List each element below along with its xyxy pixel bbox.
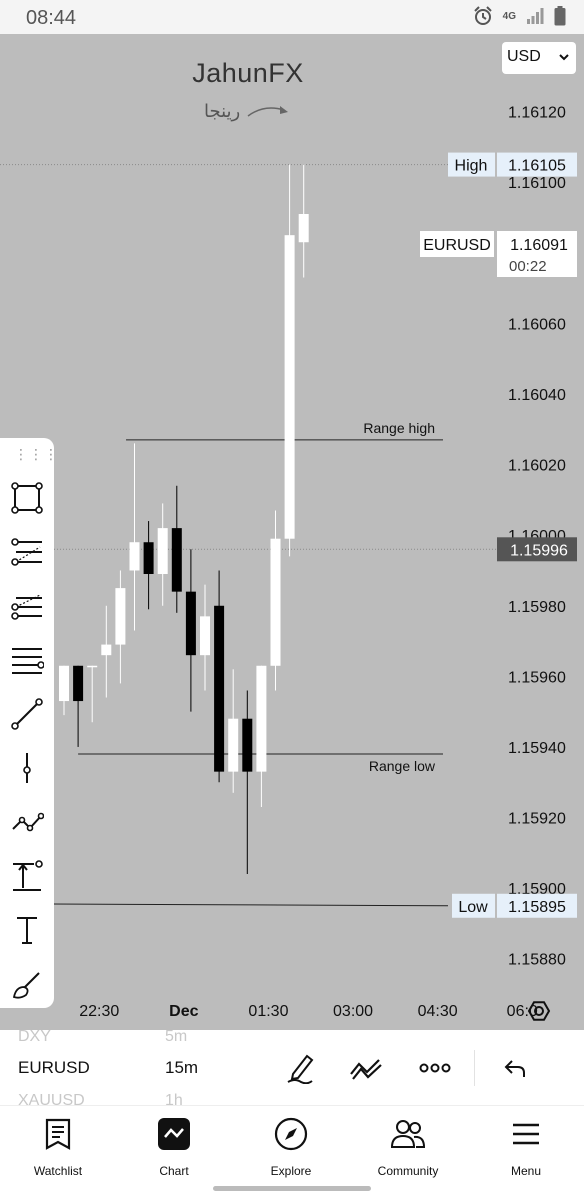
alarm-icon [473, 6, 492, 25]
nav-explore-label: Explore [270, 1164, 312, 1178]
nav-explore[interactable]: Explore [241, 1114, 341, 1178]
range-low-label: Range low [369, 758, 436, 774]
nav-chart[interactable]: Chart [124, 1114, 224, 1178]
low-badge-label: Low [458, 899, 488, 916]
chart-icon [158, 1118, 190, 1150]
nav-watchlist[interactable]: Watchlist [8, 1114, 108, 1178]
candle-body [115, 588, 126, 645]
fib-extension-icon[interactable] [7, 586, 47, 626]
symbol-badge-label: EURUSD [423, 237, 491, 254]
drawing-toolbar: ⋮⋮⋮ [0, 438, 58, 1008]
time-tick-label: Dec [169, 1003, 198, 1020]
parallel-lines-icon[interactable] [7, 640, 47, 680]
draw-pen-icon[interactable] [282, 1050, 318, 1086]
candle-body [298, 214, 309, 243]
text-tool-icon[interactable] [7, 910, 47, 950]
status-time: 08:44 [26, 7, 77, 29]
candle-body [171, 528, 182, 592]
battery-icon [554, 6, 566, 26]
more-options-icon[interactable] [417, 1050, 453, 1086]
candle-body [129, 542, 140, 571]
candle-body [87, 665, 98, 668]
candle-body [284, 235, 295, 539]
low-badge-value: 1.15895 [508, 899, 566, 916]
symbol-list-item-faded[interactable]: DXY [18, 1028, 51, 1046]
toolbar-divider [474, 1050, 475, 1086]
watermark-subtitle: رینجا [148, 101, 348, 122]
network-type: 4G [502, 10, 516, 22]
candle-body [59, 665, 69, 702]
candle-body [242, 718, 253, 772]
candle-body [200, 616, 210, 656]
symbol-selector[interactable]: EURUSD [18, 1058, 90, 1078]
price-tick-label: 1.16100 [508, 175, 566, 192]
time-tick-label: 04:30 [418, 1003, 458, 1020]
community-icon [390, 1120, 426, 1148]
watchlist-icon [45, 1118, 71, 1150]
price-tick-label: 1.15940 [508, 740, 566, 757]
time-tick-label: 01:30 [248, 1003, 288, 1020]
indicators-icon[interactable] [348, 1050, 384, 1086]
low-line [0, 903, 449, 907]
price-tick-label: 1.16040 [508, 387, 566, 404]
price-tick-label: 1.15960 [508, 669, 566, 686]
nav-community[interactable]: Community [358, 1114, 458, 1178]
undo-icon[interactable] [497, 1050, 533, 1086]
nav-community-label: Community [377, 1164, 439, 1178]
price-tick-label: 1.16060 [508, 316, 566, 333]
price-tick-label: 1.16020 [508, 458, 566, 475]
last-price-value: 1.16091 [510, 237, 568, 254]
chevron-down-icon [559, 54, 569, 61]
hamburger-menu-icon [513, 1123, 539, 1145]
measure-icon[interactable] [7, 856, 47, 896]
fib-retracement-icon[interactable] [7, 532, 47, 572]
rectangle-tool-icon[interactable] [7, 478, 47, 518]
candle-body [214, 605, 225, 772]
currency-select-value: USD [507, 48, 541, 65]
candle-body [157, 528, 168, 574]
high-badge-label: High [455, 158, 488, 175]
pattern-icon[interactable] [7, 802, 47, 842]
status-bar: 08:44 4G [0, 0, 584, 34]
symbol-panel: DXY 5m EURUSD 15m XAUUSD 1h [0, 1028, 584, 1109]
timeframe-selector[interactable]: 15m [165, 1058, 198, 1078]
candle-body [73, 665, 84, 702]
nav-watchlist-label: Watchlist [33, 1164, 83, 1178]
price-tick-label: 1.15880 [508, 952, 566, 969]
watermark-subtitle-text: رینجا [204, 101, 241, 122]
candle-body [256, 665, 267, 772]
candle-body [143, 542, 154, 574]
trend-line-icon[interactable] [7, 694, 47, 734]
candle-body [270, 538, 281, 666]
price-tick-label: 1.15920 [508, 811, 566, 828]
candle-body [101, 644, 112, 656]
nav-menu[interactable]: Menu [476, 1114, 576, 1178]
signal-icon [527, 8, 544, 24]
candle-body [185, 591, 196, 656]
time-tick-label: 03:00 [333, 1003, 373, 1020]
timeframe-list-item-faded[interactable]: 5m [165, 1028, 187, 1046]
home-indicator[interactable] [213, 1186, 371, 1191]
high-badge-value: 1.16105 [508, 158, 566, 175]
compass-icon [274, 1117, 308, 1151]
status-icons: 4G [473, 6, 566, 26]
nav-chart-label: Chart [159, 1164, 189, 1178]
chart-area[interactable]: 1.15880 1.15900 1.15920 1.15940 1.15960 1.159… [0, 34, 584, 1030]
currency-select[interactable]: USD [502, 42, 576, 74]
vertical-line-icon[interactable] [7, 748, 47, 788]
price-chart[interactable]: 1.158801.159001.159201.159401.159601.159… [0, 34, 584, 1030]
drag-handle-icon[interactable]: ⋮⋮⋮ [14, 446, 59, 463]
price-tick-label: 1.15980 [508, 599, 566, 616]
current-price-badge-value: 1.15996 [510, 542, 568, 559]
arrow-logo-icon [247, 106, 288, 117]
chart-watermark: JahunFX رینجا [148, 58, 348, 122]
time-tick-label: 22:30 [79, 1003, 119, 1020]
countdown-timer: 00:22 [509, 258, 547, 275]
price-tick-label: 1.16120 [508, 105, 566, 122]
range-high-label: Range high [363, 420, 435, 436]
brush-icon[interactable] [7, 964, 47, 1004]
nav-menu-label: Menu [510, 1164, 542, 1178]
watermark-brand: JahunFX [192, 58, 304, 88]
candle-body [228, 718, 239, 772]
